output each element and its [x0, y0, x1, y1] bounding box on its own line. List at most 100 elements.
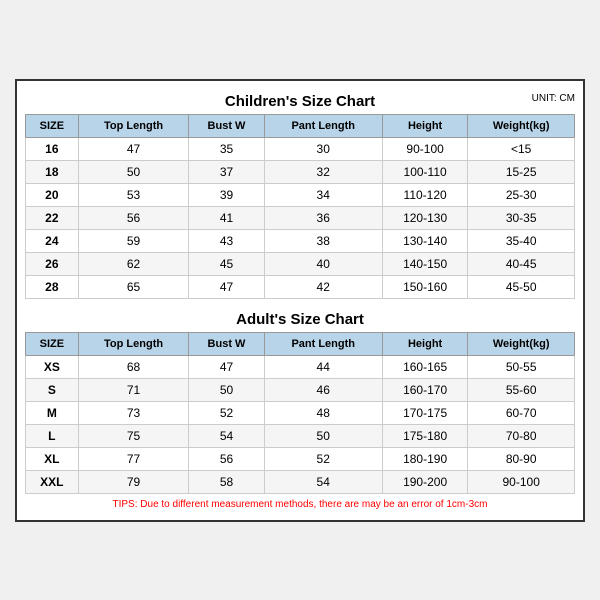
children-cell-4-1: 59 [78, 229, 189, 252]
children-cell-1-3: 32 [264, 160, 382, 183]
children-cell-5-4: 140-150 [382, 252, 468, 275]
children-cell-4-0: 24 [26, 229, 79, 252]
children-cell-5-5: 40-45 [468, 252, 575, 275]
children-title-text: Children's Size Chart [225, 93, 375, 110]
col-bust-w: Bust W [189, 114, 264, 137]
adult-cell-3-0: L [26, 424, 79, 447]
adult-cell-5-1: 79 [78, 470, 189, 493]
adult-cell-0-2: 47 [189, 355, 264, 378]
chart-container: Children's Size Chart UNIT: CM SIZE Top … [15, 79, 585, 522]
adult-cell-5-5: 90-100 [468, 470, 575, 493]
children-cell-1-2: 37 [189, 160, 264, 183]
adult-cell-0-3: 44 [264, 355, 382, 378]
children-tbody: 1647353090-100<1518503732100-11015-25205… [26, 137, 575, 298]
children-cell-2-1: 53 [78, 183, 189, 206]
children-cell-2-5: 25-30 [468, 183, 575, 206]
adult-cell-2-5: 60-70 [468, 401, 575, 424]
children-cell-4-5: 35-40 [468, 229, 575, 252]
adult-cell-4-1: 77 [78, 447, 189, 470]
adult-cell-3-2: 54 [189, 424, 264, 447]
children-cell-6-2: 47 [189, 275, 264, 298]
col-weight: Weight(kg) [468, 114, 575, 137]
adult-cell-0-0: XS [26, 355, 79, 378]
children-cell-6-0: 28 [26, 275, 79, 298]
adult-cell-5-0: XXL [26, 470, 79, 493]
children-cell-3-5: 30-35 [468, 206, 575, 229]
children-cell-6-4: 150-160 [382, 275, 468, 298]
adult-cell-3-3: 50 [264, 424, 382, 447]
children-cell-4-2: 43 [189, 229, 264, 252]
adult-cell-3-4: 175-180 [382, 424, 468, 447]
children-cell-3-1: 56 [78, 206, 189, 229]
children-cell-3-4: 120-130 [382, 206, 468, 229]
adult-cell-2-3: 48 [264, 401, 382, 424]
children-cell-1-0: 18 [26, 160, 79, 183]
children-cell-5-0: 26 [26, 252, 79, 275]
children-cell-5-1: 62 [78, 252, 189, 275]
adult-col-height: Height [382, 332, 468, 355]
adult-col-weight: Weight(kg) [468, 332, 575, 355]
table-row: M735248170-17560-70 [26, 401, 575, 424]
col-height: Height [382, 114, 468, 137]
adult-tbody: XS684744160-16550-55S715046160-17055-60M… [26, 355, 575, 493]
tips-text: TIPS: Due to different measurement metho… [25, 494, 575, 512]
children-cell-2-3: 34 [264, 183, 382, 206]
adult-cell-1-2: 50 [189, 378, 264, 401]
table-row: 28654742150-16045-50 [26, 275, 575, 298]
table-row: 24594338130-14035-40 [26, 229, 575, 252]
children-cell-3-0: 22 [26, 206, 79, 229]
adult-cell-3-1: 75 [78, 424, 189, 447]
children-cell-0-3: 30 [264, 137, 382, 160]
adult-cell-1-0: S [26, 378, 79, 401]
table-row: 26624540140-15040-45 [26, 252, 575, 275]
adult-cell-2-0: M [26, 401, 79, 424]
children-cell-3-3: 36 [264, 206, 382, 229]
adult-cell-1-1: 71 [78, 378, 189, 401]
children-cell-2-4: 110-120 [382, 183, 468, 206]
children-cell-4-4: 130-140 [382, 229, 468, 252]
table-row: 1647353090-100<15 [26, 137, 575, 160]
adult-cell-5-4: 190-200 [382, 470, 468, 493]
table-row: XS684744160-16550-55 [26, 355, 575, 378]
children-cell-6-3: 42 [264, 275, 382, 298]
adult-cell-4-3: 52 [264, 447, 382, 470]
col-size: SIZE [26, 114, 79, 137]
children-cell-5-3: 40 [264, 252, 382, 275]
children-cell-0-0: 16 [26, 137, 79, 160]
adult-cell-5-2: 58 [189, 470, 264, 493]
adult-table: SIZE Top Length Bust W Pant Length Heigh… [25, 332, 575, 494]
adult-header-row: SIZE Top Length Bust W Pant Length Heigh… [26, 332, 575, 355]
children-table: SIZE Top Length Bust W Pant Length Heigh… [25, 114, 575, 299]
adult-cell-4-4: 180-190 [382, 447, 468, 470]
adult-cell-3-5: 70-80 [468, 424, 575, 447]
children-cell-0-4: 90-100 [382, 137, 468, 160]
adult-cell-2-2: 52 [189, 401, 264, 424]
table-row: L755450175-18070-80 [26, 424, 575, 447]
adult-cell-0-4: 160-165 [382, 355, 468, 378]
adult-cell-0-1: 68 [78, 355, 189, 378]
table-row: S715046160-17055-60 [26, 378, 575, 401]
children-cell-2-0: 20 [26, 183, 79, 206]
adult-cell-4-5: 80-90 [468, 447, 575, 470]
adult-col-size: SIZE [26, 332, 79, 355]
adult-col-bust-w: Bust W [189, 332, 264, 355]
children-cell-6-5: 45-50 [468, 275, 575, 298]
adult-cell-2-4: 170-175 [382, 401, 468, 424]
children-cell-0-2: 35 [189, 137, 264, 160]
children-cell-1-4: 100-110 [382, 160, 468, 183]
children-cell-1-1: 50 [78, 160, 189, 183]
adult-cell-1-4: 160-170 [382, 378, 468, 401]
table-row: 18503732100-11015-25 [26, 160, 575, 183]
table-row: 20533934110-12025-30 [26, 183, 575, 206]
table-row: 22564136120-13030-35 [26, 206, 575, 229]
children-cell-3-2: 41 [189, 206, 264, 229]
children-cell-0-1: 47 [78, 137, 189, 160]
children-cell-4-3: 38 [264, 229, 382, 252]
table-row: XXL795854190-20090-100 [26, 470, 575, 493]
adult-col-top-length: Top Length [78, 332, 189, 355]
children-cell-5-2: 45 [189, 252, 264, 275]
children-cell-1-5: 15-25 [468, 160, 575, 183]
unit-label: UNIT: CM [532, 93, 575, 104]
adult-cell-1-5: 55-60 [468, 378, 575, 401]
adult-cell-5-3: 54 [264, 470, 382, 493]
